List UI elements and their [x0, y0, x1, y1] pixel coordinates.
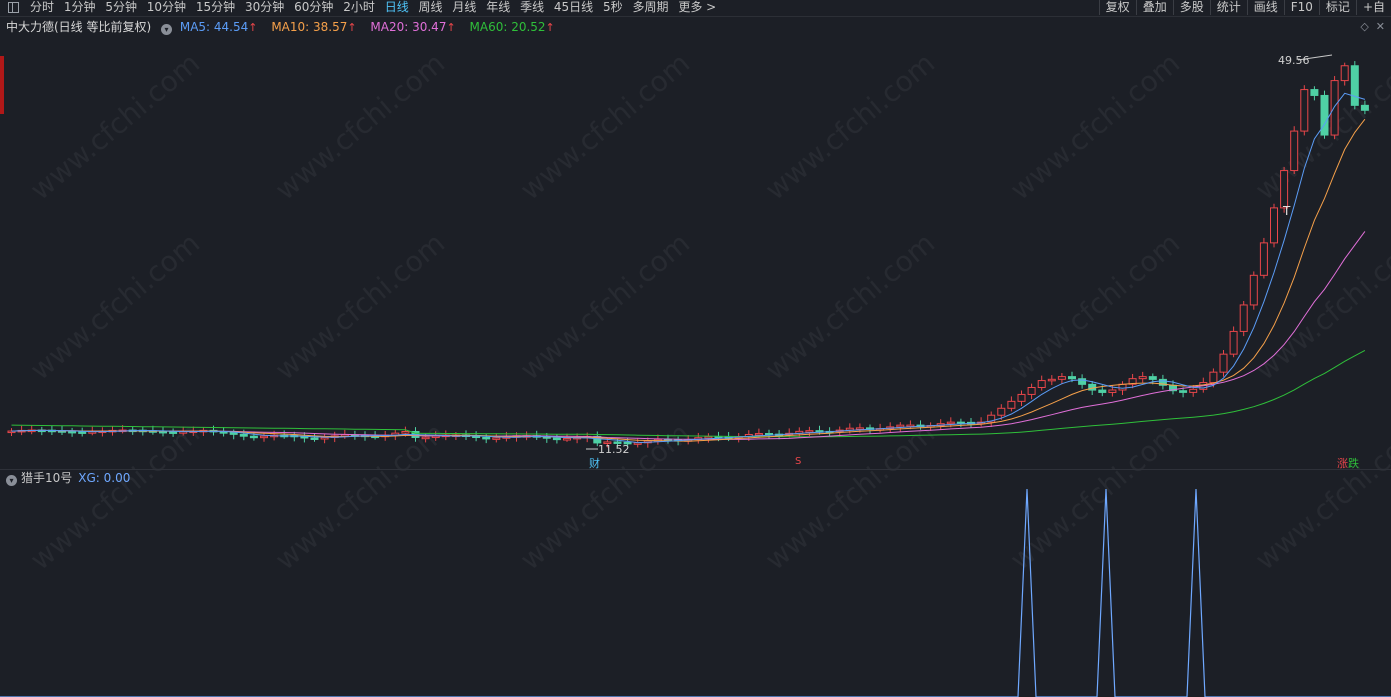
indicator-name: 猎手10号: [21, 471, 73, 485]
indicator-title-row: ▾ 猎手10号 XG: 0.00: [6, 470, 130, 486]
candle-down: [552, 437, 561, 441]
t-marker[interactable]: T: [1283, 204, 1290, 218]
candle-down: [1098, 389, 1107, 393]
candle-down: [1310, 89, 1319, 96]
candle-up: [320, 436, 329, 440]
candles-group: [7, 61, 1369, 448]
candle-up: [1259, 242, 1268, 276]
candle-down: [249, 435, 258, 439]
high-price-label: 49.56: [1278, 54, 1310, 67]
candle-down: [239, 433, 248, 437]
candle-up: [1108, 389, 1117, 393]
candle-up: [1270, 207, 1278, 244]
candle-up: [1239, 304, 1248, 332]
candle-up: [1189, 388, 1198, 393]
indicator-xg-line: [0, 488, 1391, 697]
candle-up: [946, 421, 955, 425]
candle-up: [1047, 378, 1056, 382]
candle-up: [805, 430, 814, 433]
candle-up: [1249, 274, 1258, 306]
candle-down: [1320, 94, 1329, 136]
candle-up: [754, 433, 763, 436]
s-marker[interactable]: S: [795, 456, 801, 467]
indicator-value: XG: 0.00: [78, 471, 131, 485]
candle-down: [169, 431, 178, 434]
candle-up: [1027, 387, 1036, 395]
candle-up: [997, 407, 1006, 416]
candle-up: [1229, 330, 1238, 355]
candle-up: [260, 435, 268, 439]
indicator-dropdown-icon[interactable]: ▾: [6, 475, 17, 486]
ma20-line: [11, 231, 1366, 440]
candle-up: [1209, 371, 1218, 384]
kline-chart[interactable]: [0, 0, 1391, 697]
candle-up: [421, 436, 430, 440]
candle-down: [68, 430, 77, 434]
candle-down: [1179, 390, 1188, 393]
candle-up: [563, 438, 571, 441]
candle-up: [896, 424, 905, 428]
candle-up: [704, 435, 713, 439]
candle-up: [1017, 393, 1026, 402]
candle-up: [1300, 89, 1309, 132]
candle-down: [482, 436, 491, 440]
candle-down: [1068, 376, 1076, 380]
ma5-line: [11, 92, 1366, 444]
candle-up: [1057, 376, 1066, 380]
candle-down: [1360, 104, 1369, 111]
candle-down: [78, 431, 87, 434]
candle-up: [1280, 170, 1289, 209]
ma60-line: [11, 349, 1366, 438]
candle-up: [1138, 376, 1147, 380]
candle-down: [159, 430, 167, 434]
pane-divider[interactable]: [0, 469, 1391, 470]
candle-up: [1330, 80, 1339, 136]
candle-up: [1290, 130, 1299, 172]
candle-down: [1148, 376, 1157, 380]
candle-up: [492, 437, 501, 440]
candle-up: [1037, 380, 1046, 389]
candle-up: [855, 427, 864, 430]
candle-down: [310, 437, 319, 440]
candle-down: [1350, 65, 1359, 106]
candle-up: [1219, 353, 1228, 373]
candle-up: [401, 431, 410, 434]
low-price-label: 11.52: [598, 443, 630, 456]
ma10-line: [11, 118, 1366, 442]
candle-up: [1007, 400, 1016, 409]
candle-up: [1340, 65, 1349, 82]
